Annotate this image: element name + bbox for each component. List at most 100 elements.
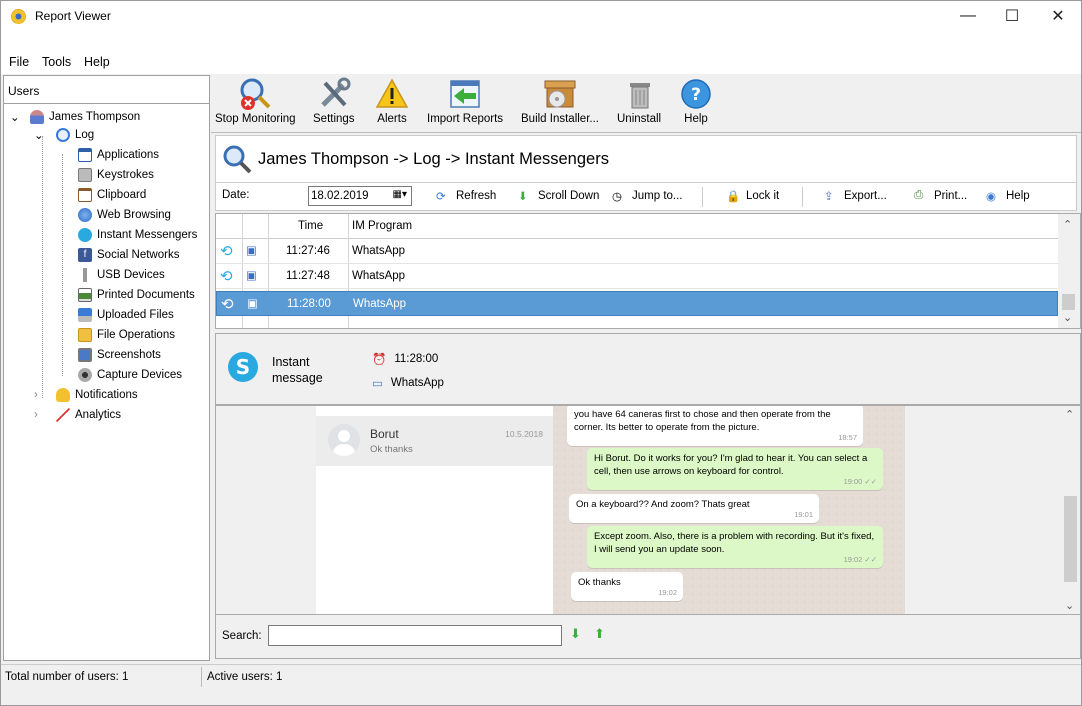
- scroll-down-arrow-icon[interactable]: ⌄: [1065, 599, 1074, 612]
- row-program: WhatsApp: [352, 270, 406, 282]
- tree-item-applications[interactable]: Applications: [78, 146, 159, 164]
- tree-analytics[interactable]: Analytics: [56, 406, 121, 424]
- maximize-button[interactable]: ☐: [989, 1, 1035, 31]
- tree-log[interactable]: Log: [56, 126, 94, 144]
- tree-item-file-operations[interactable]: File Operations: [78, 326, 175, 344]
- tree-item-social-networks[interactable]: f Social Networks: [78, 246, 179, 264]
- chat-message-incoming: Ok thanks 19:02: [571, 572, 683, 601]
- menu-file[interactable]: File: [9, 55, 29, 69]
- table-scrollbar[interactable]: ⌃ ⌄: [1058, 214, 1080, 328]
- tree-item-usb-devices[interactable]: USB Devices: [78, 266, 165, 284]
- export-label: Export...: [844, 190, 887, 202]
- row-program: WhatsApp: [352, 245, 406, 257]
- message-text: Ok thanks: [578, 577, 621, 588]
- refresh-button[interactable]: ⟳ Refresh: [436, 189, 496, 203]
- tool-label: Settings: [313, 113, 355, 125]
- globe-icon: [78, 208, 92, 222]
- chat-list-item[interactable]: Borut 10.5.2018 Ok thanks: [316, 416, 553, 466]
- detail-time: ⏰ 11:28:00: [372, 352, 438, 366]
- tool-label: Stop Monitoring: [215, 113, 296, 125]
- table-row[interactable]: ⟲ ▣ 11:27:46 WhatsApp: [216, 239, 1058, 264]
- help-button[interactable]: ? Help: [679, 77, 713, 125]
- search-previous-icon[interactable]: ⬆: [594, 626, 605, 642]
- scroll-thumb[interactable]: [1062, 294, 1075, 310]
- skype-icon: [78, 228, 92, 242]
- detail-title-line: Instant: [272, 355, 310, 369]
- bell-icon: [56, 388, 70, 402]
- viewer-scrollbar[interactable]: ⌃ ⌄: [1060, 406, 1080, 614]
- tree-expander[interactable]: ⌄: [10, 108, 20, 126]
- tree-user-james[interactable]: James Thompson: [30, 108, 140, 126]
- search-input[interactable]: [268, 625, 562, 646]
- installer-box-icon: [543, 77, 577, 111]
- user-icon: [30, 110, 44, 124]
- date-value: 18.02.2019: [311, 190, 369, 202]
- lock-button[interactable]: 🔒 Lock it: [726, 189, 779, 203]
- svg-text:S: S: [236, 355, 250, 379]
- message-text: Hi Borut. Do it works for you? I'm glad …: [594, 453, 868, 477]
- table-row-selected[interactable]: ⟲ ▣ 11:28:00 WhatsApp: [216, 291, 1058, 316]
- jump-to-button[interactable]: ◷ Jump to...: [612, 189, 683, 203]
- print-button[interactable]: ⎙ Print...: [914, 189, 967, 203]
- title-bar: Report Viewer — ☐ ✕: [1, 1, 1081, 31]
- chart-icon: [56, 408, 70, 422]
- tree-notifications[interactable]: Notifications: [56, 386, 138, 404]
- tree-item-keystrokes[interactable]: Keystrokes: [78, 166, 154, 184]
- date-picker[interactable]: 18.02.2019 ▦▾: [308, 186, 412, 206]
- help-icon: ?: [679, 77, 713, 111]
- breadcrumb-heading: James Thompson -> Log -> Instant Messeng…: [215, 135, 1077, 183]
- tree-item-label: Analytics: [75, 409, 122, 421]
- tree-item-screenshots[interactable]: Screenshots: [78, 346, 161, 364]
- column-header-im-program[interactable]: IM Program: [352, 220, 412, 232]
- keyboard-icon: [78, 168, 92, 182]
- filter-help-button[interactable]: ◉ Help: [986, 189, 1030, 203]
- calendar-dropdown-icon: ▦▾: [392, 189, 407, 200]
- tree-log-label: Log: [75, 129, 95, 141]
- tree-item-instant-messengers[interactable]: Instant Messengers: [78, 226, 197, 244]
- column-header-time[interactable]: Time: [298, 220, 323, 232]
- minimize-button[interactable]: —: [945, 1, 991, 31]
- scroll-down-button[interactable]: ⬇ Scroll Down: [518, 189, 599, 203]
- tree-item-clipboard[interactable]: Clipboard: [78, 186, 146, 204]
- tree-item-label: USB Devices: [97, 269, 165, 281]
- detail-title-line: message: [272, 371, 323, 385]
- toolbar-separator: [802, 187, 803, 207]
- stop-monitoring-icon: [238, 77, 272, 111]
- scroll-thumb[interactable]: [1064, 496, 1077, 582]
- export-button[interactable]: ⇪ Export...: [824, 189, 887, 203]
- settings-button[interactable]: Settings: [313, 77, 355, 125]
- build-installer-button[interactable]: Build Installer...: [521, 77, 599, 125]
- tree-item-web-browsing[interactable]: Web Browsing: [78, 206, 171, 224]
- scroll-up-arrow-icon[interactable]: ⌃: [1063, 218, 1072, 231]
- chat-message-incoming: you have 64 caneras first to chose and t…: [567, 406, 863, 446]
- alerts-button[interactable]: Alerts: [375, 77, 409, 125]
- tree-item-capture-devices[interactable]: Capture Devices: [78, 366, 182, 384]
- import-reports-button[interactable]: Import Reports: [427, 77, 503, 125]
- tree-item-label: Uploaded Files: [97, 309, 174, 321]
- tree-item-label: Clipboard: [97, 189, 147, 201]
- toolbar-separator: [702, 187, 703, 207]
- message-time: 19:00 ✓✓: [843, 477, 877, 486]
- help-icon: ◉: [986, 191, 997, 203]
- menu-help[interactable]: Help: [84, 55, 110, 69]
- scroll-down-arrow-icon[interactable]: ⌄: [1063, 311, 1072, 324]
- message-time: 19:01: [794, 510, 813, 519]
- tree-item-printed-documents[interactable]: Printed Documents: [78, 286, 195, 304]
- tree-item-uploaded-files[interactable]: Uploaded Files: [78, 306, 174, 324]
- search-next-icon[interactable]: ⬇: [570, 626, 581, 642]
- menu-tools[interactable]: Tools: [42, 55, 71, 69]
- webcam-icon: [78, 368, 92, 382]
- tree-item-label: Keystrokes: [97, 169, 154, 181]
- screenshot-viewer: Borut 10.5.2018 Ok thanks you have 64 ca…: [215, 405, 1081, 615]
- chat-message-incoming: On a keyboard?? And zoom? Thats great 19:…: [569, 494, 819, 523]
- uninstall-button[interactable]: Uninstall: [617, 77, 661, 125]
- report-viewer-window: Report Viewer — ☐ ✕ File Tools Help User…: [0, 0, 1082, 706]
- tree-expander[interactable]: ›: [34, 386, 38, 404]
- stop-monitoring-button[interactable]: Stop Monitoring: [215, 77, 296, 125]
- monitor-icon: ▣: [247, 298, 258, 310]
- tree-expander[interactable]: ›: [34, 406, 38, 424]
- table-row[interactable]: ⟲ ▣ 11:27:48 WhatsApp: [216, 264, 1058, 289]
- close-button[interactable]: ✕: [1035, 1, 1081, 31]
- scroll-up-arrow-icon[interactable]: ⌃: [1065, 408, 1074, 421]
- tree-expander[interactable]: ⌄: [34, 126, 44, 144]
